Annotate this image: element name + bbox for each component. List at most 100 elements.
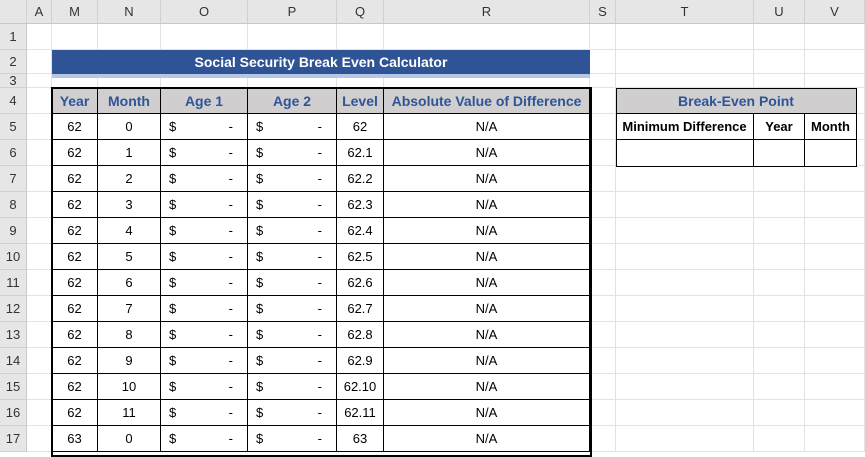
grid-cell[interactable] [616,270,754,296]
age1-cell[interactable]: $ - [161,400,248,426]
age2-cell[interactable]: $ - [248,192,337,218]
level-cell[interactable]: 62.10 [337,374,384,400]
column-header-U[interactable]: U [754,0,805,24]
grid-cell[interactable] [616,244,754,270]
age2-cell[interactable]: $ - [248,374,337,400]
age2-cell[interactable]: $ - [248,140,337,166]
year-cell[interactable]: 62 [52,296,98,322]
grid-cell[interactable] [805,24,865,50]
age1-cell[interactable]: $ - [161,192,248,218]
age2-cell[interactable]: $ - [248,296,337,322]
age1-cell[interactable]: $ - [161,218,248,244]
row-header-3[interactable]: 3 [0,73,27,88]
grid-cell[interactable] [805,244,865,270]
grid-cell[interactable] [27,296,52,322]
level-cell[interactable]: 62.1 [337,140,384,166]
column-header-S[interactable]: S [590,0,616,24]
difference-cell[interactable]: N/A [384,270,590,296]
level-cell[interactable]: 62.2 [337,166,384,192]
grid-cell[interactable] [248,24,337,50]
difference-cell[interactable]: N/A [384,426,590,452]
row-header-2[interactable]: 2 [0,50,27,74]
grid-cell[interactable] [590,192,616,218]
grid-cell[interactable] [98,24,161,50]
grid-cell[interactable] [754,218,805,244]
grid-cell[interactable] [616,426,754,452]
age1-cell[interactable]: $ - [161,114,248,140]
age2-cell[interactable]: $ - [248,426,337,452]
level-cell[interactable]: 62.5 [337,244,384,270]
difference-cell[interactable]: N/A [384,192,590,218]
grid-cell[interactable] [590,348,616,374]
column-header-M[interactable]: M [52,0,98,24]
difference-cell[interactable]: N/A [384,218,590,244]
row-header-16[interactable]: 16 [0,400,27,426]
grid-cell[interactable] [590,374,616,400]
grid-cell[interactable] [754,270,805,296]
grid-cell[interactable] [27,400,52,426]
grid-cell[interactable] [27,114,52,140]
year-cell[interactable]: 63 [52,426,98,452]
year-cell[interactable]: 62 [52,244,98,270]
level-cell[interactable]: 62.11 [337,400,384,426]
level-cell[interactable]: 62.3 [337,192,384,218]
grid-cell[interactable] [590,218,616,244]
grid-cell[interactable] [27,270,52,296]
grid-cell[interactable] [590,24,616,50]
grid-cell[interactable] [805,270,865,296]
grid-cell[interactable] [590,244,616,270]
age2-cell[interactable]: $ - [248,114,337,140]
row-header-7[interactable]: 7 [0,166,27,192]
grid-cell[interactable] [590,140,616,166]
grid-cell[interactable] [616,74,754,88]
difference-cell[interactable]: N/A [384,374,590,400]
column-header-A[interactable]: A [27,0,52,24]
age1-cell[interactable]: $ - [161,270,248,296]
row-header-4[interactable]: 4 [0,88,27,114]
age2-cell[interactable]: $ - [248,218,337,244]
age2-cell[interactable]: $ - [248,166,337,192]
row-header-12[interactable]: 12 [0,296,27,322]
difference-cell[interactable]: N/A [384,140,590,166]
grid-cell[interactable] [805,374,865,400]
row-header-15[interactable]: 15 [0,374,27,400]
age1-cell[interactable]: $ - [161,140,248,166]
column-header-R[interactable]: R [384,0,590,24]
year-cell[interactable]: 62 [52,166,98,192]
grid-cell[interactable] [616,24,754,50]
month-cell[interactable]: 1 [98,140,161,166]
grid-cell[interactable] [27,348,52,374]
select-all-corner[interactable] [0,0,27,24]
grid-cell[interactable] [384,24,590,50]
row-header-5[interactable]: 5 [0,114,27,140]
year-cell[interactable]: 62 [52,140,98,166]
age1-cell[interactable]: $ - [161,296,248,322]
grid-cell[interactable] [27,24,52,50]
month-cell[interactable]: 8 [98,322,161,348]
grid-cell[interactable] [754,50,805,74]
grid-cell[interactable] [754,24,805,50]
grid-cell[interactable] [754,374,805,400]
column-header-Q[interactable]: Q [337,0,384,24]
grid-cell[interactable] [27,374,52,400]
row-header-1[interactable]: 1 [0,24,27,50]
month-cell[interactable]: 4 [98,218,161,244]
month-cell[interactable]: 3 [98,192,161,218]
year-cell[interactable]: 62 [52,270,98,296]
grid-cell[interactable] [616,192,754,218]
age1-cell[interactable]: $ - [161,244,248,270]
difference-cell[interactable]: N/A [384,244,590,270]
grid-cell[interactable] [805,348,865,374]
grid-cell[interactable] [27,426,52,452]
row-header-14[interactable]: 14 [0,348,27,374]
row-header-11[interactable]: 11 [0,270,27,296]
breakeven-value[interactable] [754,140,805,167]
grid-cell[interactable] [805,50,865,74]
difference-cell[interactable]: N/A [384,348,590,374]
level-cell[interactable]: 62 [337,114,384,140]
grid-cell[interactable] [27,244,52,270]
month-cell[interactable]: 2 [98,166,161,192]
age2-cell[interactable]: $ - [248,270,337,296]
column-header-N[interactable]: N [98,0,161,24]
level-cell[interactable]: 62.8 [337,322,384,348]
